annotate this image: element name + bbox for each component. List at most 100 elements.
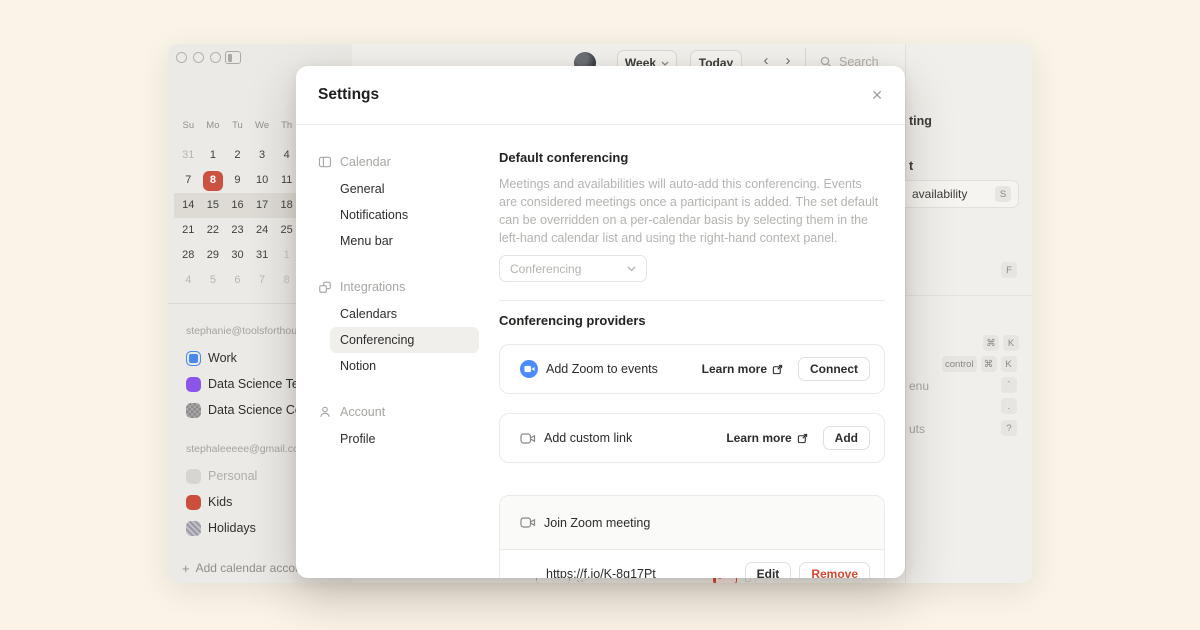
section-description: Meetings and availabilities will auto-ad…: [499, 175, 879, 247]
calendar-color-icon: [186, 495, 201, 510]
share-availability-button[interactable]: availability S: [891, 180, 1019, 208]
mini-cal-day[interactable]: 30: [225, 243, 250, 268]
calendar-color-icon: [186, 403, 201, 418]
nav-item-menu-bar[interactable]: Menu bar: [330, 228, 479, 254]
mini-cal-day[interactable]: 4: [176, 268, 201, 293]
nav-section-integrations: Integrations CalendarsConferencingNotion: [318, 275, 499, 379]
keycap-control: control: [942, 356, 977, 372]
nav-section-account: AccountProfile: [318, 400, 499, 452]
mini-cal-day[interactable]: 25: [274, 218, 299, 243]
mini-cal-day[interactable]: 18: [274, 193, 299, 218]
keycap-k: K: [1003, 335, 1019, 351]
shortcut-control-cmd-k: control ⌘ K: [942, 356, 1017, 372]
close-icon[interactable]: ✕: [871, 88, 883, 102]
integrations-icon: [318, 280, 332, 294]
mini-cal-day[interactable]: 11: [274, 168, 299, 193]
add-calendar-account-button[interactable]: + Add calendar account: [168, 555, 312, 581]
mini-cal-day[interactable]: 3: [250, 143, 275, 168]
custom-link-url: https://f.io/K-8g17Pt: [546, 567, 745, 578]
shortcut-cmd-k: ⌘ K: [983, 335, 1019, 351]
mini-cal-day[interactable]: 7: [176, 168, 201, 193]
nav-item-notifications[interactable]: Notifications: [330, 202, 479, 228]
nav-item-general[interactable]: General: [330, 176, 479, 202]
mini-cal-day[interactable]: 5: [201, 268, 226, 293]
panel-divider: [906, 295, 1032, 296]
select-placeholder: Conferencing: [510, 262, 581, 276]
mini-cal-day[interactable]: 29: [201, 243, 226, 268]
nav-item-conferencing[interactable]: Conferencing: [330, 327, 479, 353]
keycap-cmd: ⌘: [981, 356, 997, 372]
calendar-name: Holidays: [208, 521, 256, 535]
calendar-name: Personal: [208, 469, 257, 483]
custom-link-title: Join Zoom meeting: [544, 516, 870, 530]
sidebar-toggle-icon[interactable]: [225, 51, 241, 64]
mini-cal-day-header: Mo: [201, 118, 226, 134]
plus-icon: +: [182, 561, 190, 576]
settings-content: Default conferencing Meetings and availa…: [499, 150, 885, 578]
mini-cal-day[interactable]: 15: [201, 193, 226, 218]
nav-item-calendars[interactable]: Calendars: [330, 301, 479, 327]
nav-item-profile[interactable]: Profile: [330, 426, 479, 452]
mini-cal-day[interactable]: 31: [250, 243, 275, 268]
window-close-icon[interactable]: [176, 52, 187, 63]
mini-cal-day-header: Su: [176, 118, 201, 134]
mini-cal-day[interactable]: 10: [250, 168, 275, 193]
camera-icon: [520, 516, 536, 529]
calendar-color-icon: [186, 469, 201, 484]
nav-section-header-integrations: Integrations: [318, 275, 499, 299]
settings-nav: CalendarGeneralNotificationsMenu barInte…: [318, 150, 499, 578]
mini-cal-day[interactable]: 23: [225, 218, 250, 243]
nav-item-notion[interactable]: Notion: [330, 353, 479, 379]
calendar-name: Work: [208, 351, 237, 365]
zoom-icon: [520, 360, 538, 378]
panel-heading-fragment: ting: [909, 114, 932, 128]
remove-button[interactable]: Remove: [799, 562, 870, 578]
keycap-k: K: [1001, 356, 1017, 372]
mini-cal-day[interactable]: 9: [225, 168, 250, 193]
availability-label: availability: [912, 187, 995, 201]
mini-cal-day-header: We: [250, 118, 275, 134]
mini-cal-today[interactable]: 8: [201, 168, 226, 193]
account-icon: [318, 405, 332, 419]
keycap-backtick: `: [1001, 377, 1017, 393]
learn-more-link[interactable]: Learn more: [702, 362, 783, 376]
mini-cal-day[interactable]: 1: [201, 143, 226, 168]
connect-button[interactable]: Connect: [798, 357, 870, 381]
panel-subheading-fragment: t: [909, 159, 913, 173]
add-button[interactable]: Add: [823, 426, 870, 450]
nav-section-label: Integrations: [340, 280, 405, 294]
mini-cal-day[interactable]: 2: [225, 143, 250, 168]
mini-cal-day[interactable]: 1: [274, 243, 299, 268]
keycap-question: ?: [1001, 420, 1017, 436]
provider-card-zoom: Add Zoom to events Learn more Connect: [499, 344, 885, 394]
window-zoom-icon[interactable]: [210, 52, 221, 63]
learn-more-link[interactable]: Learn more: [726, 431, 807, 445]
window-minimize-icon[interactable]: [193, 52, 204, 63]
mini-cal-day[interactable]: 31: [176, 143, 201, 168]
keycap-f: F: [1001, 262, 1017, 278]
edit-button[interactable]: Edit: [745, 562, 792, 578]
modal-body: CalendarGeneralNotificationsMenu barInte…: [296, 125, 905, 578]
mini-cal-day[interactable]: 16: [225, 193, 250, 218]
mini-cal-day[interactable]: 8: [274, 268, 299, 293]
shortcuts-label-fragment: uts: [909, 422, 925, 436]
calendar-color-icon: [186, 351, 201, 366]
mini-cal-day[interactable]: 28: [176, 243, 201, 268]
keycap-period: .: [1001, 398, 1017, 414]
mini-cal-day[interactable]: 22: [201, 218, 226, 243]
mini-cal-day[interactable]: 7: [250, 268, 275, 293]
mini-cal-day-header: Tu: [225, 118, 250, 134]
conferencing-select[interactable]: Conferencing: [499, 255, 647, 282]
mini-cal-day[interactable]: 6: [225, 268, 250, 293]
mini-cal-day[interactable]: 24: [250, 218, 275, 243]
keycap-s: S: [995, 186, 1011, 202]
mini-cal-day[interactable]: 4: [274, 143, 299, 168]
mini-cal-day[interactable]: 21: [176, 218, 201, 243]
topbar-divider: [805, 48, 806, 68]
mini-cal-day[interactable]: 14: [176, 193, 201, 218]
custom-link-card: Join Zoom meeting https://f.io/K-8g17Pt …: [499, 495, 885, 578]
provider-title: Add Zoom to events: [546, 362, 702, 376]
nav-section-header-account: Account: [318, 400, 499, 424]
mini-cal-day[interactable]: 17: [250, 193, 275, 218]
external-link-icon: [797, 433, 808, 444]
